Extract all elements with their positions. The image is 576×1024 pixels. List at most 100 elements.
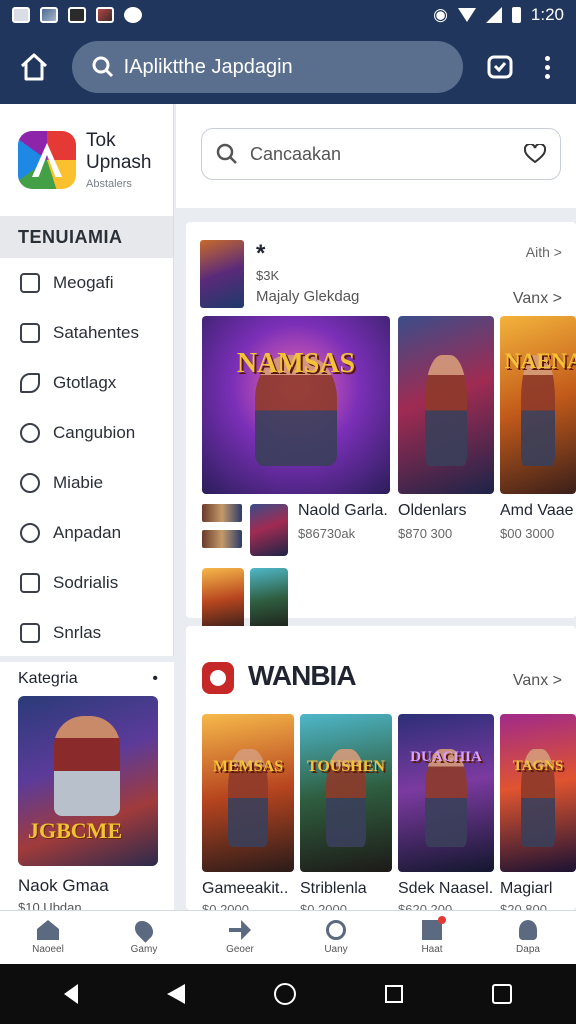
notification-icons: [12, 7, 142, 23]
gallery-icon: [40, 7, 58, 23]
bottom-nav-label: Naoeel: [32, 944, 64, 955]
featured-top-link[interactable]: Aith >: [526, 244, 562, 260]
wanbia-game-3-price: $620 200: [398, 902, 453, 910]
wanbia-game-4-image[interactable]: TAGNS: [500, 714, 576, 872]
sidebar-menu: Meogafi Satahentes Gtotlagx Cangubion Mi…: [0, 258, 173, 658]
sidebar-item-8[interactable]: Snrlas: [0, 608, 173, 658]
sidebar-item-5[interactable]: Miabie: [0, 458, 173, 508]
game-card-2-price: $870 300: [398, 526, 453, 541]
category-dot-icon: •: [152, 670, 158, 687]
app-icon: [124, 7, 142, 23]
wanbia-view-more-link[interactable]: Vanx >: [513, 672, 562, 690]
sidebar-item-4[interactable]: Cangubion: [0, 408, 173, 458]
more-dot-icon: [544, 64, 550, 70]
game-card-1-image[interactable]: NAMSAS: [202, 316, 390, 494]
bottom-nav-label: Haat: [421, 944, 443, 955]
main-search-input[interactable]: Cancaakan: [201, 128, 561, 180]
featured-meta: Majaly Glekdag: [256, 288, 360, 305]
search-icon: [326, 920, 346, 940]
bottom-nav-label: Dapa: [516, 944, 540, 955]
sidebar-item-1[interactable]: Meogafi: [0, 258, 173, 308]
category-title: Kategria: [18, 670, 78, 687]
bottom-nav-explore[interactable]: Geoer: [192, 911, 288, 964]
character-figure: [424, 355, 468, 466]
shield-icon: [487, 55, 513, 79]
edit-icon[interactable]: [491, 984, 512, 1004]
wanbia-title: WANBIA: [248, 660, 357, 691]
bottom-nav-games[interactable]: Gamy: [96, 911, 192, 964]
featured-thumbnail[interactable]: [200, 240, 244, 308]
game-card-3-name[interactable]: Amd Vaae: [500, 502, 574, 520]
brand-name-line2: Upnash: [86, 152, 152, 173]
recents-icon[interactable]: [384, 985, 403, 1003]
sidebar-item-label: Satahentes: [53, 323, 140, 342]
bottom-nav-home[interactable]: Naoeel: [0, 911, 96, 964]
wanbia-game-2-name[interactable]: Striblenla: [300, 880, 367, 898]
wanbia-game-1-image[interactable]: MEMSAS: [202, 714, 294, 872]
brand-subtitle: Abstalers: [86, 178, 132, 190]
sidebar-item-label: Gtotlagx: [53, 373, 117, 392]
game-app-icon: [96, 7, 114, 23]
location-icon: [131, 917, 157, 943]
game-card-1-name[interactable]: Naold Garla.: [298, 502, 388, 520]
small-game-thumbnail[interactable]: [250, 568, 288, 632]
sidebar-item-label: Sodrialis: [53, 573, 119, 592]
sidebar-item-label: Snrlas: [53, 623, 102, 642]
sidebar-item-2[interactable]: Satahentes: [0, 308, 173, 358]
profile-icon: [519, 920, 537, 940]
battery-icon: [511, 7, 521, 23]
more-dot-icon: [544, 73, 550, 79]
bottom-nav-profile[interactable]: Dapa: [480, 911, 576, 964]
sidebar-item-7[interactable]: Sodrialis: [0, 558, 173, 608]
signal-icon: [485, 7, 502, 23]
game-card-3-image[interactable]: NAENA: [500, 316, 576, 494]
search-icon: [92, 56, 113, 78]
cloud-icon: [20, 523, 40, 543]
home-button[interactable]: [14, 47, 54, 87]
home-circle-icon[interactable]: [273, 983, 296, 1005]
game-card-1-art-title: NAMSAS: [236, 348, 356, 380]
wanbia-game-3-art-title: DUACHIA: [410, 748, 482, 765]
wanbia-game-1-name[interactable]: Gameeakit..: [202, 880, 288, 898]
sidebar-item-label: Anpadan: [53, 523, 122, 542]
brand[interactable]: Tok Upnash Abstalers: [0, 104, 173, 216]
mini-thumbnail[interactable]: [202, 530, 242, 548]
main-search-area: Cancaakan: [176, 104, 576, 208]
wanbia-game-4-name[interactable]: Magiarl: [500, 880, 552, 898]
more-dot-icon: [544, 55, 550, 61]
home-icon: [20, 53, 47, 81]
sidebar-item-3[interactable]: Gtotlagx: [0, 358, 173, 408]
shield-button[interactable]: [481, 47, 521, 87]
vibrate-icon: ◉: [433, 5, 448, 24]
bottom-nav-notifications[interactable]: Haat: [384, 911, 480, 964]
heart-icon[interactable]: [524, 144, 546, 164]
game-card-2-image[interactable]: [398, 316, 494, 494]
bottom-nav-label: Gamy: [130, 944, 158, 955]
small-game-thumbnail[interactable]: [250, 504, 288, 556]
main-content: Cancaakan * $3K Majaly Glekdag Aith > Va…: [176, 104, 576, 910]
pen-icon: [20, 373, 40, 393]
featured-view-more-link[interactable]: Vanx >: [513, 290, 562, 308]
more-menu-button[interactable]: [532, 47, 562, 87]
mini-thumbnail[interactable]: [202, 504, 242, 522]
featured-subtitle: $3K: [256, 268, 280, 283]
sidebar-item-6[interactable]: Anpadan: [0, 508, 173, 558]
wanbia-game-3-image[interactable]: DUACHIA: [398, 714, 494, 872]
bottom-nav-search[interactable]: Uany: [288, 911, 384, 964]
category-cover-image[interactable]: JGBCME: [18, 696, 158, 866]
game-card-2-name[interactable]: Oldenlars: [398, 502, 466, 520]
wanbia-game-2-image[interactable]: TOUSHEN: [300, 714, 392, 872]
url-search-bar[interactable]: IApliktthe Japdagin: [71, 41, 463, 93]
featured-title: *: [256, 240, 266, 267]
search-icon: [20, 473, 40, 493]
featured-section: * $3K Majaly Glekdag Aith > Vanx > NAMSA…: [186, 222, 576, 632]
back-icon[interactable]: [167, 984, 186, 1004]
category-card[interactable]: Kategria • JGBCME Naok Gmaa $10 Ubdan: [0, 656, 174, 915]
sidebar-item-label: Cangubion: [53, 423, 136, 442]
back-gesture-icon[interactable]: [64, 984, 79, 1004]
home-icon: [37, 920, 59, 940]
wanbia-game-3-name[interactable]: Sdek Naasel.: [398, 880, 493, 898]
small-game-thumbnail[interactable]: [202, 568, 244, 632]
bottom-nav-label: Geoer: [226, 944, 254, 955]
status-time: 1:20: [530, 5, 564, 24]
